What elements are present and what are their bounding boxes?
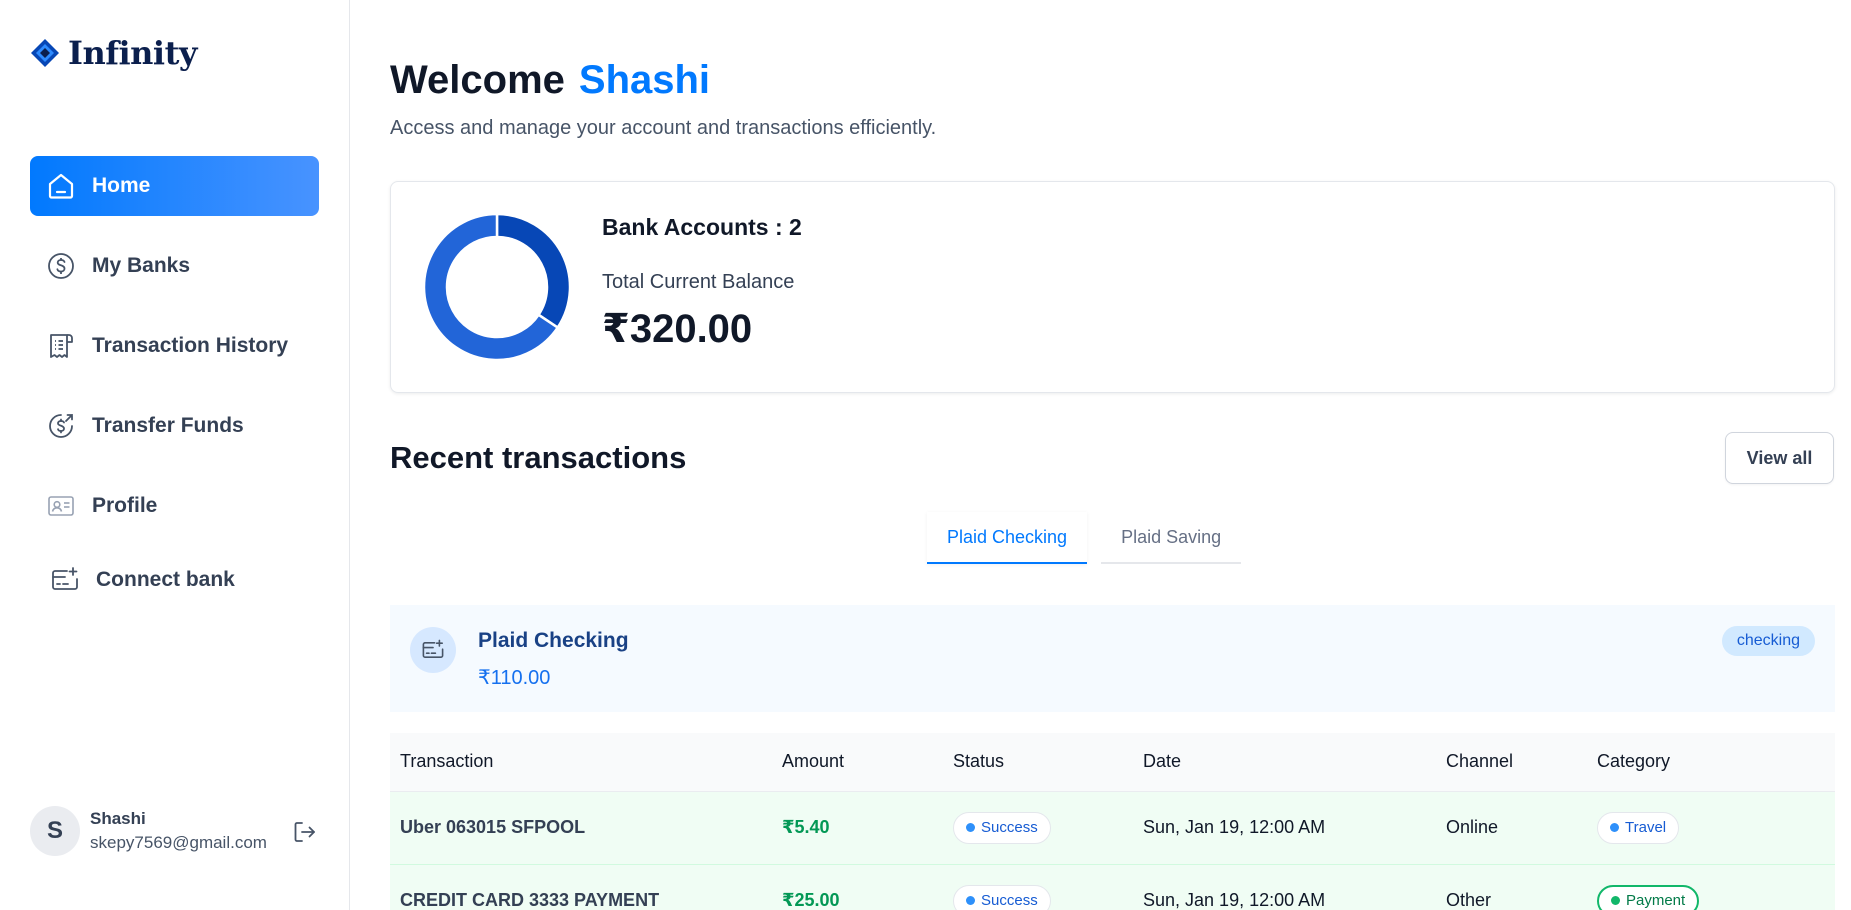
balance-info: Bank Accounts : 2 Total Current Balance …	[602, 214, 802, 352]
transaction-date: Sun, Jan 19, 12:00 AM	[1143, 890, 1326, 910]
card-add-icon	[422, 639, 444, 658]
user-name: Shashi	[90, 809, 146, 828]
transactions-table: Transaction Amount Status Date Channel C…	[390, 733, 1835, 910]
transaction-date: Sun, Jan 19, 12:00 AM	[1143, 817, 1326, 837]
balance-donut-chart	[423, 213, 571, 361]
recent-transactions-title: Recent transactions	[390, 440, 687, 475]
bank-icon	[410, 627, 456, 673]
total-balance-card: Bank Accounts : 2 Total Current Balance …	[390, 181, 1835, 393]
category-cell: Payment	[1587, 864, 1835, 910]
category-dot	[1610, 823, 1619, 832]
category-text: Travel	[1625, 819, 1667, 836]
donut-slice-plaid-checking	[495, 213, 571, 330]
transaction-amount: ₹5.40	[782, 817, 830, 837]
category-cell: Travel	[1587, 791, 1835, 864]
home-icon	[48, 173, 74, 199]
page-header: Welcome Shashi Access and manage your acc…	[390, 58, 936, 140]
tab-plaid-saving[interactable]: Plaid Saving	[1101, 512, 1242, 564]
sidebar-item-connect-bank[interactable]: Connect bank	[30, 550, 319, 610]
transaction-name: Uber 063015 SFPOOL	[400, 817, 586, 837]
total-balance-amount: ₹320.00	[602, 307, 753, 351]
transaction-name: CREDIT CARD 3333 PAYMENT	[400, 890, 660, 910]
category-text: Payment	[1626, 892, 1686, 909]
user-email: skepy7569@gmail.com	[90, 833, 267, 852]
bank-name: Plaid Checking	[478, 629, 629, 652]
sidebar-nav: Home My Banks Transaction History Transf…	[30, 156, 319, 630]
status-dot	[966, 896, 975, 905]
sidebar-item-profile[interactable]: Profile	[30, 476, 319, 536]
receipt-icon	[50, 334, 73, 358]
table-row[interactable]: Uber 063015 SFPOOL ₹5.40 Success Sun, Ja…	[390, 791, 1835, 864]
sidebar-item-home[interactable]: Home	[30, 156, 319, 216]
column-header: Status	[943, 733, 1133, 792]
sidebar: Infinity Home My Banks Transaction Histo…	[0, 0, 350, 910]
sidebar-item-my-banks[interactable]: My Banks	[30, 236, 319, 296]
sidebar-item-transfer-funds[interactable]: Transfer Funds	[30, 396, 319, 456]
page-subtitle: Access and manage your account and trans…	[390, 117, 937, 139]
bank-balance: ₹110.00	[478, 667, 551, 689]
dollar-circle-icon	[48, 253, 74, 279]
sidebar-item-label: Profile	[92, 494, 158, 517]
status-badge: Success	[953, 884, 1051, 910]
user-first-name: Shashi	[578, 58, 711, 102]
sidebar-item-label: Home	[92, 174, 151, 197]
category-badge: Payment	[1597, 884, 1700, 910]
column-header: Amount	[772, 733, 943, 792]
bank-accounts-count: Bank Accounts : 2	[602, 214, 802, 240]
table-row[interactable]: CREDIT CARD 3333 PAYMENT ₹25.00 Success …	[390, 864, 1835, 910]
transaction-channel: Online	[1446, 817, 1499, 837]
account-type-badge: checking	[1721, 626, 1815, 656]
transaction-channel: Other	[1446, 890, 1492, 910]
user-footer: S Shashi skepy7569@gmail.com	[30, 806, 330, 856]
total-balance-label: Total Current Balance	[602, 271, 795, 293]
status-text: Success	[981, 819, 1038, 836]
money-send-icon	[49, 414, 73, 438]
tab-plaid-checking[interactable]: Plaid Checking	[927, 512, 1088, 564]
id-card-icon	[48, 496, 74, 516]
transaction-amount: ₹25.00	[782, 890, 840, 910]
column-header: Transaction	[390, 733, 772, 792]
sidebar-item-label: Transaction History	[92, 334, 289, 357]
bank-tabs: Plaid Checking Plaid Saving	[927, 512, 1242, 564]
sidebar-item-label: Transfer Funds	[92, 414, 244, 437]
logout-icon[interactable]	[292, 819, 318, 845]
logo-text: Infinity	[68, 34, 197, 72]
category-badge: Travel	[1597, 811, 1680, 844]
category-dot	[1611, 896, 1620, 905]
logo-icon	[31, 39, 59, 67]
welcome-text: Welcome	[390, 58, 565, 102]
status-badge: Success	[953, 811, 1051, 844]
status-cell: Success	[943, 791, 1133, 864]
sidebar-item-label: Connect bank	[96, 568, 235, 591]
bank-info-card[interactable]: Plaid Checking ₹110.00 checking	[390, 605, 1835, 712]
card-add-icon	[52, 567, 78, 590]
avatar[interactable]: S	[30, 806, 80, 856]
sidebar-item-transaction-history[interactable]: Transaction History	[30, 316, 319, 376]
status-cell: Success	[943, 864, 1133, 910]
sidebar-item-label: My Banks	[92, 254, 191, 277]
logo[interactable]: Infinity	[30, 34, 197, 72]
table-header-row: Transaction Amount Status Date Channel C…	[390, 733, 1835, 792]
column-header: Date	[1133, 733, 1436, 792]
status-dot	[966, 823, 975, 832]
user-info: Shashi skepy7569@gmail.com	[90, 809, 267, 853]
page-title: Welcome Shashi	[390, 58, 936, 103]
status-text: Success	[981, 892, 1038, 909]
view-all-button[interactable]: View all	[1725, 432, 1834, 484]
column-header: Channel	[1436, 733, 1587, 792]
column-header: Category	[1587, 733, 1835, 792]
